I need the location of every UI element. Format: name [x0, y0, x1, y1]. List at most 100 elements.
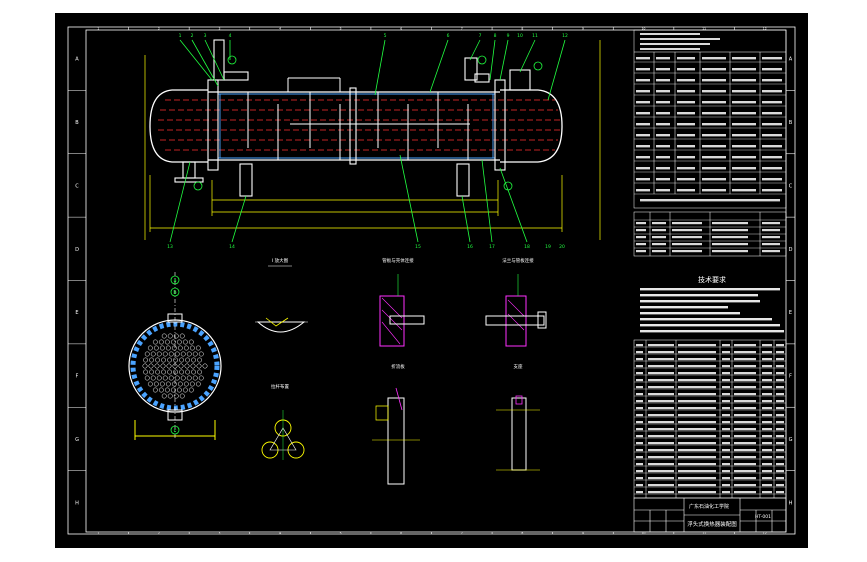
parts-cell-text: [678, 456, 716, 459]
design-cell-text: [702, 123, 726, 126]
nozzle-cell-text: [712, 229, 748, 232]
design-cell-text: [656, 123, 670, 126]
design-cell-text: [732, 79, 756, 82]
zone-col-label-top: 4: [279, 27, 281, 31]
design-cell-text: [677, 189, 695, 192]
part-number-top: 3: [204, 33, 207, 39]
design-cell-text: [656, 79, 670, 82]
design-cell-text: [732, 167, 756, 170]
zone-col-label-top: 7: [461, 27, 463, 31]
design-cell-text: [732, 134, 756, 137]
design-cell-text: [732, 68, 756, 71]
parts-cell-text: [678, 407, 716, 410]
zone-col-label-bottom: 11: [702, 531, 706, 535]
parts-cell-text: [636, 463, 643, 466]
tech-requirement-line: [640, 318, 772, 321]
parts-cell-text: [762, 442, 772, 445]
tech-requirement-line: [640, 324, 780, 327]
nozzle-label-b: b: [173, 290, 176, 296]
parts-cell-text: [636, 344, 643, 347]
parts-cell-text: [636, 393, 643, 396]
design-note-line: [640, 43, 710, 45]
parts-cell-text: [648, 358, 674, 361]
parts-cell-text: [776, 351, 784, 354]
design-cell-text: [677, 167, 695, 170]
title-block-drawing-title: 浮头式换热器装配图: [687, 520, 737, 528]
parts-cell-text: [734, 463, 756, 466]
parts-cell-text: [636, 435, 643, 438]
parts-cell-text: [776, 470, 784, 473]
zone-row-label-right: B: [789, 120, 793, 126]
parts-cell-text: [776, 484, 784, 487]
parts-cell-text: [648, 344, 674, 347]
design-cell-text: [636, 156, 650, 159]
design-cell-text: [732, 189, 756, 192]
parts-cell-text: [678, 386, 716, 389]
parts-cell-text: [636, 365, 643, 368]
part-number-bottom: 13: [167, 244, 173, 250]
parts-cell-text: [648, 463, 674, 466]
design-cell-text: [677, 101, 695, 104]
zone-row-label-left: B: [75, 120, 79, 126]
zone-row-label-right: G: [789, 437, 793, 443]
zone-col-label-bottom: 9: [582, 531, 584, 535]
parts-cell-text: [776, 379, 784, 382]
design-cell-text: [656, 90, 670, 93]
zone-col-label-top: 3: [218, 27, 220, 31]
parts-cell-text: [636, 407, 643, 410]
parts-cell-text: [734, 470, 756, 473]
design-cell-text: [732, 178, 756, 181]
nozzle-cell-text: [712, 250, 748, 253]
zone-col-label-top: 2: [158, 27, 160, 31]
zone-col-label-bottom: 1: [97, 531, 99, 535]
parts-cell-text: [722, 379, 730, 382]
parts-cell-text: [762, 344, 772, 347]
design-cell-text: [636, 134, 650, 137]
parts-cell-text: [776, 414, 784, 417]
design-cell-text: [656, 134, 670, 137]
zone-row-label-left: G: [75, 437, 79, 443]
parts-cell-text: [636, 477, 643, 480]
parts-cell-text: [648, 456, 674, 459]
design-cell-text: [732, 145, 756, 148]
zone-row-label-right: C: [789, 183, 793, 189]
parts-cell-text: [648, 442, 674, 445]
title-block-school: 广东石油化工学院: [689, 503, 729, 510]
parts-cell-text: [776, 407, 784, 410]
nozzle-cell-text: [636, 236, 646, 239]
design-cell-text: [762, 57, 782, 60]
parts-cell-text: [734, 351, 756, 354]
parts-cell-text: [678, 344, 716, 347]
parts-cell-text: [762, 358, 772, 361]
part-number-top: 8: [494, 33, 497, 39]
parts-cell-text: [762, 414, 772, 417]
design-cell-text: [677, 57, 695, 60]
detail-title-2: 管板与壳体连接: [382, 257, 414, 264]
nozzle-cell-text: [762, 229, 780, 232]
nozzle-cell-text: [652, 243, 666, 246]
zone-row-label-right: D: [789, 247, 793, 253]
design-cell-text: [732, 112, 756, 115]
tech-requirement-line: [640, 312, 740, 315]
design-cell-text: [656, 57, 670, 60]
parts-cell-text: [636, 400, 643, 403]
nozzle-cell-text: [636, 222, 646, 225]
part-number-top: 9: [507, 33, 510, 39]
parts-cell-text: [648, 449, 674, 452]
parts-cell-text: [636, 428, 643, 431]
design-cell-text: [702, 57, 726, 60]
detail-title-5: 折流板: [391, 363, 405, 370]
parts-cell-text: [678, 484, 716, 487]
parts-cell-text: [636, 456, 643, 459]
zone-col-label-top: 8: [521, 27, 523, 31]
parts-cell-text: [636, 470, 643, 473]
part-number-top: 2: [191, 33, 194, 39]
design-cell-text: [702, 79, 726, 82]
detail-title-1: I 放大图: [272, 257, 289, 264]
part-number-top: 4: [229, 33, 232, 39]
zone-col-label-bottom: 4: [279, 531, 281, 535]
parts-cell-text: [722, 414, 730, 417]
zone-col-label-bottom: 5: [340, 531, 342, 535]
design-cell-text: [762, 79, 782, 82]
design-cell-text: [762, 90, 782, 93]
